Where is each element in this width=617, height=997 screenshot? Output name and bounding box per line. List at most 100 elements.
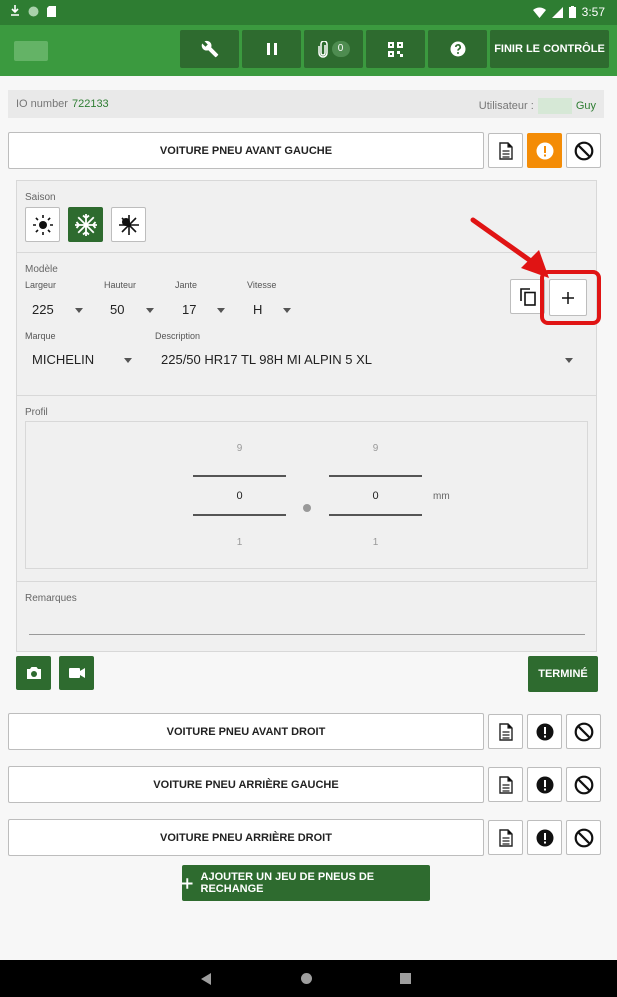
battery-icon (568, 6, 576, 18)
tire-rear-right-button[interactable]: VOITURE PNEU ARRIÈRE DROIT (8, 819, 484, 856)
front-left-disable-button[interactable] (566, 133, 601, 168)
attachments-button[interactable]: 0 (304, 30, 363, 68)
user-name: Guy (575, 100, 596, 112)
camera-icon (26, 667, 41, 679)
pause-button[interactable] (242, 30, 301, 68)
copy-icon (519, 287, 536, 306)
recent-apps-icon[interactable] (400, 973, 411, 984)
system-nav-bar (0, 960, 617, 997)
rear-left-disable-button[interactable] (566, 767, 601, 802)
rear-left-alert-button[interactable] (527, 767, 562, 802)
sun-icon (32, 214, 53, 235)
info-bar: IO number 722133 Utilisateur : Guy (8, 90, 604, 118)
tire-front-right-button[interactable]: VOITURE PNEU AVANT DROIT (8, 713, 484, 750)
block-icon (574, 775, 593, 794)
rear-right-alert-button[interactable] (527, 820, 562, 855)
take-photo-button[interactable] (16, 656, 51, 690)
front-right-alert-button[interactable] (527, 714, 562, 749)
rear-right-document-button[interactable] (488, 820, 523, 855)
rear-left-document-button[interactable] (488, 767, 523, 802)
model-label: Modèle (25, 264, 58, 275)
snowflake-icon (74, 213, 97, 236)
description-select[interactable]: 225/50 HR17 TL 98H MI ALPIN 5 XL (155, 349, 577, 371)
qr-scan-button[interactable] (366, 30, 425, 68)
profile-right-input[interactable]: 0 (329, 490, 422, 502)
io-number-label: IO number (16, 98, 68, 110)
alert-icon (536, 142, 553, 159)
front-left-alert-button[interactable] (527, 133, 562, 168)
block-icon (574, 722, 593, 741)
width-label: Largeur (25, 280, 57, 290)
document-icon (498, 828, 513, 847)
paperclip-icon (317, 40, 328, 58)
home-icon[interactable] (301, 973, 312, 984)
help-button[interactable] (428, 30, 487, 68)
height-select[interactable]: 50 (104, 299, 156, 321)
speed-select[interactable]: H (247, 299, 295, 321)
block-icon (574, 828, 593, 847)
profile-depth-box: 9 0 1 9 0 1 mm (25, 421, 588, 569)
tools-button[interactable] (180, 30, 239, 68)
remarks-label: Remarques (25, 593, 77, 604)
status-time: 3:57 (581, 5, 605, 19)
document-icon (498, 722, 513, 741)
attachments-count-badge: 0 (331, 41, 350, 57)
season-label: Saison (25, 192, 56, 203)
profile-right-max: 9 (372, 443, 379, 454)
rear-right-disable-button[interactable] (566, 820, 601, 855)
tire-front-left-button[interactable]: VOITURE PNEU AVANT GAUCHE (8, 132, 484, 169)
wifi-icon (532, 7, 546, 18)
description-dropdown-icon (565, 358, 573, 363)
signal-icon (551, 6, 563, 18)
user-info: Utilisateur : Guy (479, 98, 596, 114)
profile-label: Profil (25, 407, 48, 418)
speed-dropdown-icon (283, 308, 291, 313)
done-button[interactable]: TERMINÉ (528, 656, 598, 692)
qr-code-icon (388, 41, 403, 57)
profile-unit: mm (433, 491, 450, 502)
io-number: IO number 722133 (16, 98, 109, 110)
front-right-disable-button[interactable] (566, 714, 601, 749)
rim-dropdown-icon (217, 308, 225, 313)
download-icon (11, 5, 19, 16)
profile-left-min: 1 (236, 537, 243, 548)
description-value: 225/50 HR17 TL 98H MI ALPIN 5 XL (161, 352, 373, 367)
back-icon[interactable] (201, 973, 211, 985)
width-select[interactable]: 225 (25, 299, 87, 321)
width-value: 225 (32, 302, 54, 317)
record-video-button[interactable] (59, 656, 94, 690)
brand-select[interactable]: MICHELIN (25, 349, 137, 371)
profile-left-max: 9 (236, 443, 243, 454)
profile-left-input[interactable]: 0 (193, 490, 286, 502)
wrench-icon (201, 40, 218, 58)
tire-rear-left-button[interactable]: VOITURE PNEU ARRIÈRE GAUCHE (8, 766, 484, 803)
status-bar: 3:57 (0, 0, 617, 25)
season-winter-button[interactable] (68, 207, 103, 242)
speed-label: Vitesse (247, 280, 277, 290)
help-icon (450, 41, 465, 57)
front-left-document-button[interactable] (488, 133, 523, 168)
rim-select[interactable]: 17 (175, 299, 227, 321)
speed-value: H (253, 302, 263, 317)
plus-icon (182, 877, 193, 889)
finish-control-button[interactable]: FINIR LE CONTRÔLE (490, 30, 609, 68)
season-all-season-button[interactable] (111, 207, 146, 242)
sd-card-icon (47, 5, 56, 17)
remarks-input[interactable] (29, 611, 585, 635)
front-right-document-button[interactable] (488, 714, 523, 749)
add-spare-tires-button[interactable]: AJOUTER UN JEU DE PNEUS DE RECHANGE (182, 865, 430, 901)
description-label: Description (155, 331, 201, 341)
width-dropdown-icon (75, 308, 83, 313)
height-dropdown-icon (146, 308, 154, 313)
block-icon (574, 141, 593, 160)
alert-icon (536, 829, 553, 846)
pause-icon (266, 43, 277, 55)
sync-icon (28, 6, 39, 16)
document-icon (498, 141, 513, 160)
all-season-icon (118, 214, 139, 235)
app-logo (14, 41, 48, 61)
alert-icon (536, 723, 553, 740)
brand-dropdown-icon (124, 358, 132, 363)
season-summer-button[interactable] (25, 207, 60, 242)
profile-divider-dot (303, 504, 311, 512)
